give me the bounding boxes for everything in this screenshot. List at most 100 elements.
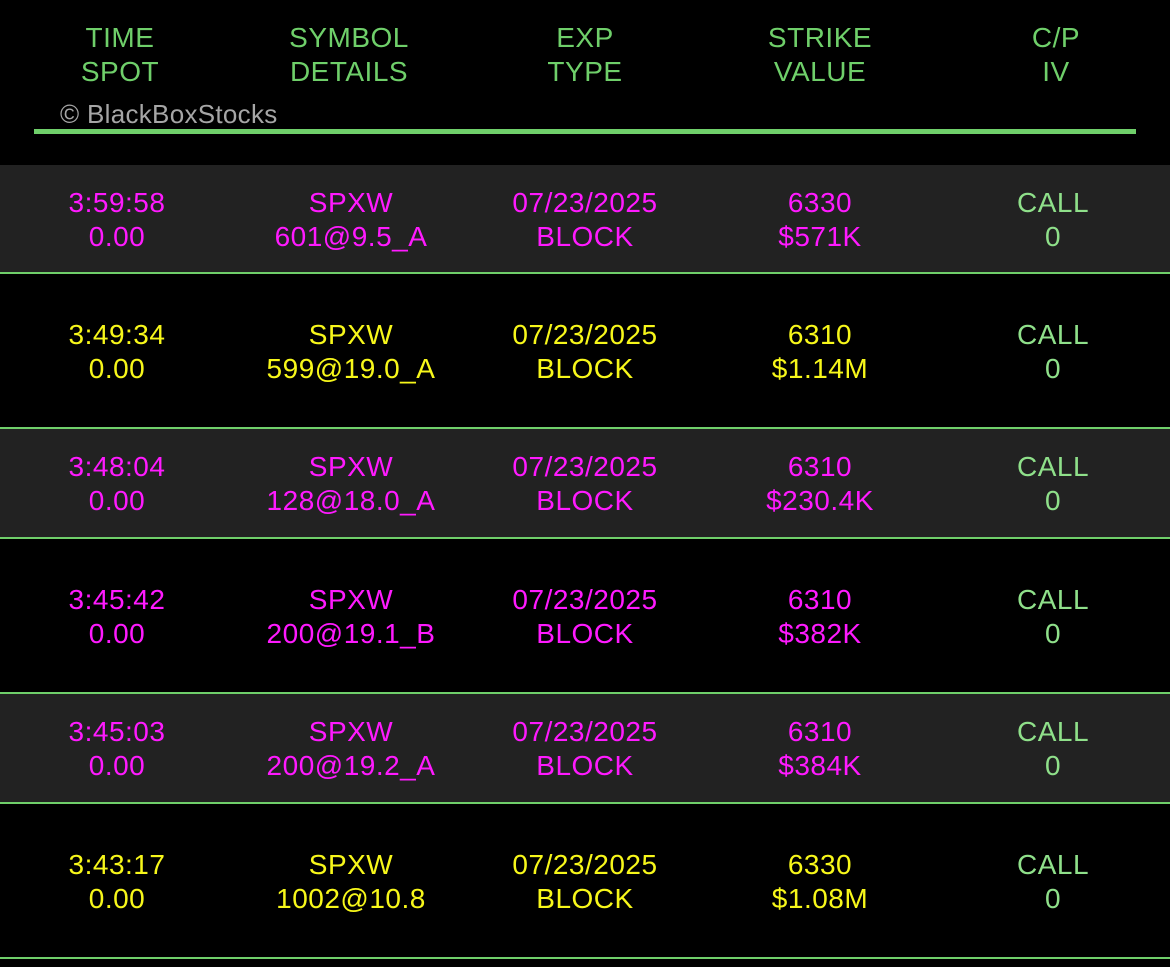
- time-spot-cell: 3:59:58 0.00: [0, 186, 237, 254]
- header-exp-type[interactable]: EXP TYPE: [465, 21, 705, 89]
- row-strike: 6310: [787, 716, 853, 747]
- table-row[interactable]: 3:49:34 0.00 SPXW 599@19.0_A 07/23/2025 BLOCK…: [0, 274, 1170, 427]
- symbol-details-cell: SPXW 128@18.0_A: [231, 450, 471, 518]
- strike-value-cell: 6310 $382K: [700, 583, 940, 651]
- row-type: BLOCK: [536, 221, 634, 252]
- row-symbol: SPXW: [308, 849, 394, 880]
- row-spot: 0.00: [88, 883, 146, 914]
- row-exp: 07/23/2025: [512, 584, 658, 615]
- table-row[interactable]: 3:48:04 0.00 SPXW 128@18.0_A 07/23/2025 BLOCK…: [0, 429, 1170, 537]
- header-time-spot[interactable]: TIME SPOT: [0, 21, 240, 89]
- exp-type-cell: 07/23/2025 BLOCK: [465, 318, 705, 386]
- row-details: 1002@10.8: [276, 883, 426, 914]
- exp-type-cell: 07/23/2025 BLOCK: [465, 583, 705, 651]
- exp-type-cell: 07/23/2025 BLOCK: [465, 450, 705, 518]
- row-spot: 0.00: [88, 221, 146, 252]
- row-symbol: SPXW: [308, 319, 394, 350]
- row-iv: 0: [1044, 883, 1062, 914]
- row-value: $1.08M: [771, 883, 869, 914]
- row-exp: 07/23/2025: [512, 451, 658, 482]
- row-value: $230.4K: [766, 485, 874, 516]
- table-row[interactable]: 3:45:03 0.00 SPXW 200@19.2_A 07/23/2025 BLOCK…: [0, 694, 1170, 802]
- row-value: $382K: [778, 618, 862, 649]
- header-divider: [34, 129, 1136, 134]
- row-details: 200@19.2_A: [266, 750, 436, 781]
- row-symbol: SPXW: [308, 187, 394, 218]
- header-label-time: TIME: [85, 22, 155, 53]
- header-symbol-details[interactable]: SYMBOL DETAILS: [229, 21, 469, 89]
- row-exp: 07/23/2025: [512, 187, 658, 218]
- strike-value-cell: 6330 $1.08M: [700, 848, 940, 916]
- row-exp: 07/23/2025: [512, 716, 658, 747]
- header-label-exp: EXP: [556, 22, 614, 53]
- copyright-notice: © BlackBoxStocks: [60, 99, 278, 129]
- row-value: $384K: [778, 750, 862, 781]
- time-spot-cell: 3:48:04 0.00: [0, 450, 237, 518]
- cp-iv-cell: CALL 0: [933, 186, 1170, 254]
- cp-iv-cell: CALL 0: [933, 715, 1170, 783]
- row-time: 3:48:04: [68, 451, 166, 482]
- row-iv: 0: [1044, 618, 1062, 649]
- row-symbol: SPXW: [308, 716, 394, 747]
- row-strike: 6330: [787, 187, 853, 218]
- row-details: 599@19.0_A: [266, 353, 436, 384]
- symbol-details-cell: SPXW 1002@10.8: [231, 848, 471, 916]
- row-cp: CALL: [1016, 187, 1090, 218]
- time-spot-cell: 3:45:03 0.00: [0, 715, 237, 783]
- strike-value-cell: 6310 $1.14M: [700, 318, 940, 386]
- row-strike: 6330: [787, 849, 853, 880]
- row-cp: CALL: [1016, 584, 1090, 615]
- row-time: 3:59:58: [68, 187, 166, 218]
- row-time: 3:43:17: [68, 849, 166, 880]
- row-iv: 0: [1044, 353, 1062, 384]
- symbol-details-cell: SPXW 599@19.0_A: [231, 318, 471, 386]
- row-spot: 0.00: [88, 750, 146, 781]
- table-row[interactable]: 3:45:42 0.00 SPXW 200@19.1_B 07/23/2025 BLOCK…: [0, 539, 1170, 692]
- row-type: BLOCK: [536, 883, 634, 914]
- row-value: $1.14M: [771, 353, 869, 384]
- row-type: BLOCK: [536, 750, 634, 781]
- row-details: 601@9.5_A: [274, 221, 428, 252]
- time-spot-cell: 3:45:42 0.00: [0, 583, 237, 651]
- time-spot-cell: 3:43:17 0.00: [0, 848, 237, 916]
- row-symbol: SPXW: [308, 584, 394, 615]
- header-cp-iv[interactable]: C/P IV: [936, 21, 1170, 89]
- row-divider: [0, 957, 1170, 959]
- table-row[interactable]: 3:43:17 0.00 SPXW 1002@10.8 07/23/2025 BLOCK 6…: [0, 804, 1170, 957]
- exp-type-cell: 07/23/2025 BLOCK: [465, 186, 705, 254]
- cp-iv-cell: CALL 0: [933, 318, 1170, 386]
- row-cp: CALL: [1016, 849, 1090, 880]
- exp-type-cell: 07/23/2025 BLOCK: [465, 715, 705, 783]
- header-strike-value[interactable]: STRIKE VALUE: [700, 21, 940, 89]
- header-label-spot: SPOT: [80, 56, 160, 87]
- table-header: TIME SPOT SYMBOL DETAILS EXP TYPE STRIKE…: [0, 0, 1170, 165]
- strike-value-cell: 6330 $571K: [700, 186, 940, 254]
- row-strike: 6310: [787, 319, 853, 350]
- row-type: BLOCK: [536, 353, 634, 384]
- row-value: $571K: [778, 221, 862, 252]
- trades-list: 3:59:58 0.00 SPXW 601@9.5_A 07/23/2025 BLOCK 6…: [0, 165, 1170, 959]
- row-time: 3:49:34: [68, 319, 166, 350]
- header-label-symbol: SYMBOL: [289, 22, 409, 53]
- cp-iv-cell: CALL 0: [933, 450, 1170, 518]
- header-label-strike: STRIKE: [767, 22, 873, 53]
- row-iv: 0: [1044, 221, 1062, 252]
- time-spot-cell: 3:49:34 0.00: [0, 318, 237, 386]
- row-symbol: SPXW: [308, 451, 394, 482]
- row-iv: 0: [1044, 485, 1062, 516]
- strike-value-cell: 6310 $384K: [700, 715, 940, 783]
- row-spot: 0.00: [88, 485, 146, 516]
- symbol-details-cell: SPXW 200@19.2_A: [231, 715, 471, 783]
- cp-iv-cell: CALL 0: [933, 848, 1170, 916]
- symbol-details-cell: SPXW 200@19.1_B: [231, 583, 471, 651]
- row-type: BLOCK: [536, 618, 634, 649]
- header-label-cp: C/P: [1031, 22, 1081, 53]
- row-strike: 6310: [787, 584, 853, 615]
- row-time: 3:45:42: [68, 584, 166, 615]
- row-cp: CALL: [1016, 716, 1090, 747]
- header-label-value: VALUE: [773, 56, 867, 87]
- row-cp: CALL: [1016, 451, 1090, 482]
- symbol-details-cell: SPXW 601@9.5_A: [231, 186, 471, 254]
- row-time: 3:45:03: [68, 716, 166, 747]
- table-row[interactable]: 3:59:58 0.00 SPXW 601@9.5_A 07/23/2025 BLOCK 6…: [0, 165, 1170, 272]
